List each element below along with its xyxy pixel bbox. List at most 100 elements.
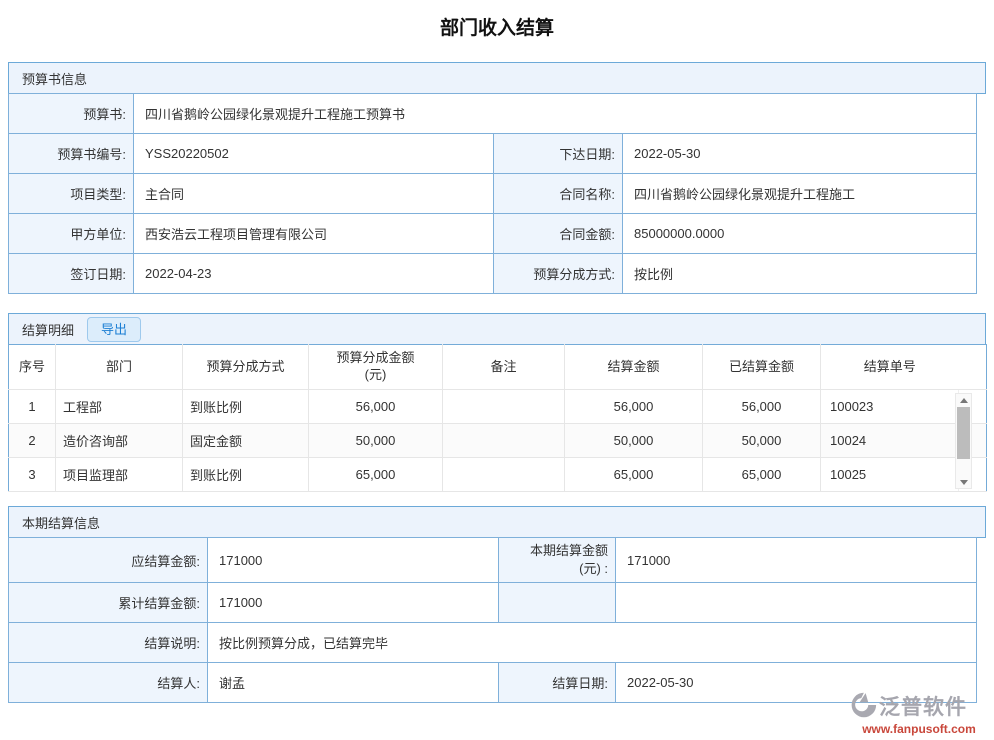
fanpu-logo-icon [849, 691, 877, 722]
cell-index: 2 [9, 424, 56, 458]
vertical-scrollbar[interactable] [955, 393, 972, 489]
contract-name-label: 合同名称: [494, 174, 623, 214]
cell-split-amount: 50,000 [309, 424, 443, 458]
cell-settled-amount: 65,000 [703, 458, 821, 492]
empty-label-cell [499, 583, 616, 623]
empty-value-cell [616, 583, 977, 623]
cell-split-method: 到账比例 [183, 390, 309, 424]
watermark: 泛普软件 www.fanpusoft.com [849, 691, 989, 736]
watermark-brand-text: 泛普软件 [879, 691, 967, 721]
sign-date-label: 签订日期: [9, 254, 134, 294]
cumulative-label: 累计结算金额: [9, 583, 208, 623]
scroll-up-icon [960, 398, 968, 403]
settlement-detail-section-header: 结算明细 导出 [8, 313, 986, 345]
export-button[interactable]: 导出 [87, 317, 141, 342]
budget-info-form: 预算书: 四川省鹅岭公园绿化景观提升工程施工预算书 预算书编号: YSS2022… [8, 93, 977, 294]
contract-amount-value: 85000000.0000 [623, 214, 977, 254]
note-value: 按比例预算分成，已结算完毕 [208, 623, 977, 663]
cell-settle-amount: 50,000 [565, 424, 703, 458]
cell-remark [443, 424, 565, 458]
cell-split-method: 固定金额 [183, 424, 309, 458]
budget-info-section-title: 预算书信息 [22, 69, 87, 88]
scroll-down-button[interactable] [956, 476, 971, 488]
cell-settle-no: 10024 [821, 424, 959, 458]
budget-book-label: 预算书: [9, 94, 134, 134]
cell-settled-amount: 56,000 [703, 390, 821, 424]
cell-remark [443, 458, 565, 492]
settler-value: 谢孟 [208, 663, 499, 703]
col-header-split-amount: 预算分成金额 (元) [309, 345, 443, 390]
scroll-down-icon [960, 480, 968, 485]
settler-label: 结算人: [9, 663, 208, 703]
form-row: 累计结算金额: 171000 [9, 583, 977, 623]
budget-info-section: 预算书信息 预算书: 四川省鹅岭公园绿化景观提升工程施工预算书 预算书编号: Y… [8, 62, 986, 294]
split-method-value: 按比例 [623, 254, 977, 294]
period-amount-label: 本期结算金额 (元) : [499, 538, 616, 583]
form-row: 项目类型: 主合同 合同名称: 四川省鹅岭公园绿化景观提升工程施工 [9, 174, 977, 214]
table-row: 1 工程部 到账比例 56,000 56,000 56,000 100023 [9, 390, 987, 424]
page-title: 部门收入结算 [0, 15, 994, 43]
col-header-split-method: 预算分成方式 [183, 345, 309, 390]
col-header-settled-amount: 已结算金额 [703, 345, 821, 390]
settlement-detail-table: 序号 部门 预算分成方式 预算分成金额 (元) 备注 结算金额 已结算金额 结算… [8, 344, 987, 492]
budget-info-section-header: 预算书信息 [8, 62, 986, 94]
project-type-value: 主合同 [134, 174, 494, 214]
scroll-up-button[interactable] [956, 394, 971, 406]
cell-settle-amount: 56,000 [565, 390, 703, 424]
party-a-value: 西安浩云工程项目管理有限公司 [134, 214, 494, 254]
settlement-detail-section-title: 结算明细 [22, 320, 74, 339]
issue-date-value: 2022-05-30 [623, 134, 977, 174]
sign-date-value: 2022-04-23 [134, 254, 494, 294]
current-settlement-section: 本期结算信息 应结算金额: 171000 本期结算金额 (元) : 171000… [8, 506, 986, 703]
cell-index: 1 [9, 390, 56, 424]
issue-date-label: 下达日期: [494, 134, 623, 174]
receivable-value: 171000 [208, 538, 499, 583]
cell-department: 造价咨询部 [56, 424, 183, 458]
project-type-label: 项目类型: [9, 174, 134, 214]
scrollbar-gutter-header [959, 345, 987, 390]
cell-settle-no: 10025 [821, 458, 959, 492]
form-row: 预算书编号: YSS20220502 下达日期: 2022-05-30 [9, 134, 977, 174]
form-row: 甲方单位: 西安浩云工程项目管理有限公司 合同金额: 85000000.0000 [9, 214, 977, 254]
cell-split-method: 到账比例 [183, 458, 309, 492]
cell-split-amount: 56,000 [309, 390, 443, 424]
cell-remark [443, 390, 565, 424]
cell-settled-amount: 50,000 [703, 424, 821, 458]
period-amount-value: 171000 [616, 538, 977, 583]
current-settlement-section-title: 本期结算信息 [22, 513, 100, 532]
table-row: 3 项目监理部 到账比例 65,000 65,000 65,000 10025 [9, 458, 987, 492]
cell-index: 3 [9, 458, 56, 492]
budget-no-value: YSS20220502 [134, 134, 494, 174]
current-settlement-form: 应结算金额: 171000 本期结算金额 (元) : 171000 累计结算金额… [8, 537, 977, 703]
budget-no-label: 预算书编号: [9, 134, 134, 174]
contract-name-value: 四川省鹅岭公园绿化景观提升工程施工 [623, 174, 977, 214]
budget-book-value: 四川省鹅岭公园绿化景观提升工程施工预算书 [134, 94, 977, 134]
col-header-settle-amount: 结算金额 [565, 345, 703, 390]
form-row: 应结算金额: 171000 本期结算金额 (元) : 171000 [9, 538, 977, 583]
col-header-remark: 备注 [443, 345, 565, 390]
cell-department: 工程部 [56, 390, 183, 424]
form-row: 预算书: 四川省鹅岭公园绿化景观提升工程施工预算书 [9, 94, 977, 134]
cumulative-value: 171000 [208, 583, 499, 623]
table-row: 2 造价咨询部 固定金额 50,000 50,000 50,000 10024 [9, 424, 987, 458]
settle-date-label: 结算日期: [499, 663, 616, 703]
split-method-label: 预算分成方式: [494, 254, 623, 294]
cell-department: 项目监理部 [56, 458, 183, 492]
form-row: 结算人: 谢孟 结算日期: 2022-05-30 [9, 663, 977, 703]
settlement-detail-section: 结算明细 导出 序号 部门 预算分成方式 预算分成金额 (元) 备注 结算金额 … [8, 313, 986, 492]
col-header-index: 序号 [9, 345, 56, 390]
party-a-label: 甲方单位: [9, 214, 134, 254]
form-row: 签订日期: 2022-04-23 预算分成方式: 按比例 [9, 254, 977, 294]
receivable-label: 应结算金额: [9, 538, 208, 583]
cell-split-amount: 65,000 [309, 458, 443, 492]
cell-settle-amount: 65,000 [565, 458, 703, 492]
note-label: 结算说明: [9, 623, 208, 663]
current-settlement-section-header: 本期结算信息 [8, 506, 986, 538]
col-header-department: 部门 [56, 345, 183, 390]
scrollbar-thumb[interactable] [957, 407, 970, 459]
table-header-row: 序号 部门 预算分成方式 预算分成金额 (元) 备注 结算金额 已结算金额 结算… [9, 345, 987, 390]
form-row: 结算说明: 按比例预算分成，已结算完毕 [9, 623, 977, 663]
cell-settle-no: 100023 [821, 390, 959, 424]
watermark-url-text: www.fanpusoft.com [849, 722, 989, 736]
contract-amount-label: 合同金额: [494, 214, 623, 254]
